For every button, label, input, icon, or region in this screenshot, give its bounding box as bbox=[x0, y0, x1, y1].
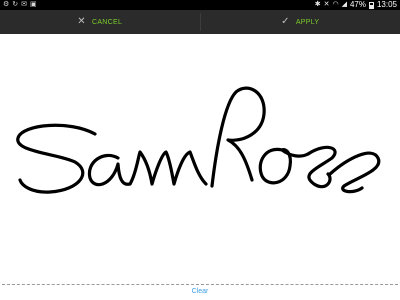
apply-button[interactable]: ✓ APPLY bbox=[201, 10, 400, 34]
signature-stroke-m bbox=[128, 150, 208, 186]
battery-percent: 47% bbox=[349, 0, 366, 9]
action-bar: ✕ CANCEL ✓ APPLY bbox=[0, 10, 400, 34]
cancel-button[interactable]: ✕ CANCEL bbox=[0, 10, 200, 34]
bluetooth-icon: ✱ bbox=[314, 1, 321, 8]
apply-label: APPLY bbox=[295, 18, 320, 26]
notification-icon: ▣ bbox=[30, 1, 37, 8]
battery-icon bbox=[368, 1, 374, 9]
signature-stroke-r bbox=[210, 86, 266, 188]
signature-drawing bbox=[16, 86, 381, 194]
clear-button[interactable]: Clear bbox=[0, 288, 400, 295]
chat-icon: ✉ bbox=[21, 1, 28, 8]
signature-pad[interactable] bbox=[0, 34, 400, 284]
signature-stroke-s bbox=[16, 123, 97, 194]
status-bar: ⚙ ↻ ✉ ▣ ✱ ✕ ◠ ◢ 47% 13:05 bbox=[0, 0, 400, 10]
signature-stroke-s2 bbox=[306, 145, 337, 189]
signature-stroke-s3 bbox=[328, 151, 381, 194]
mute-icon: ✕ bbox=[323, 1, 330, 8]
clock: 13:05 bbox=[376, 0, 397, 9]
status-left-icons: ⚙ ↻ ✉ ▣ bbox=[0, 0, 37, 10]
checkmark-icon: ✓ bbox=[281, 16, 290, 27]
settings-icon: ⚙ bbox=[3, 1, 10, 8]
sync-icon: ↻ bbox=[12, 1, 19, 8]
close-icon: ✕ bbox=[77, 16, 86, 27]
signature-stroke-o bbox=[258, 147, 310, 185]
status-right-icons: ✱ ✕ ◠ ◢ 47% 13:05 bbox=[315, 0, 400, 10]
signature-stroke-a bbox=[87, 153, 132, 187]
cancel-label: CANCEL bbox=[91, 18, 123, 26]
signal-icon: ◢ bbox=[341, 1, 347, 8]
wifi-icon: ◠ bbox=[332, 1, 339, 8]
signature-baseline bbox=[2, 284, 398, 285]
